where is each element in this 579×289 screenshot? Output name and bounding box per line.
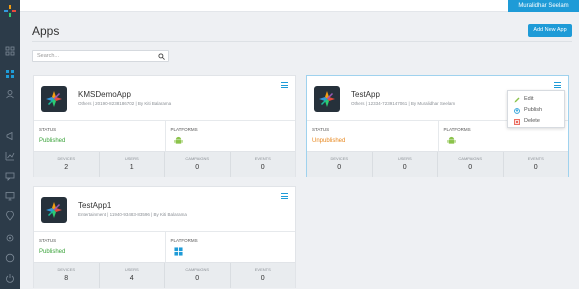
- app-meta: Others | 20190-8238186702 | By Kiti Bala…: [78, 101, 172, 106]
- campaigns-stat: CAMPAIGNS 0: [165, 152, 231, 177]
- campaigns-stat: CAMPAIGNS 0: [165, 263, 231, 288]
- app-name[interactable]: TestApp1: [78, 201, 111, 210]
- platforms-label: PLATFORMS: [443, 127, 471, 132]
- sidebar-logo-icon[interactable]: [3, 4, 17, 18]
- app-meta: Others | 12334-7239147061 | By Muralidha…: [351, 101, 456, 106]
- devices-stat: DEVICES 2: [34, 152, 100, 177]
- app-logo-icon: [41, 197, 67, 223]
- status-value: Published: [39, 249, 66, 255]
- delete-icon: [514, 119, 520, 125]
- campaigns-stat: CAMPAIGNS 0: [438, 152, 504, 177]
- users-stat: USERS 4: [100, 263, 165, 288]
- edit-menu-item[interactable]: Edit: [512, 94, 564, 105]
- devices-stat: DEVICES 8: [34, 263, 100, 288]
- stats-row: DEVICES 8 USERS 4 CAMPAIGNS 0 EVENTS 0: [34, 262, 295, 288]
- status-row: STATUS Published PLATFORMS: [34, 120, 296, 151]
- stats-row: DEVICES 2 USERS 1 CAMPAIGNS 0 EVENTS 0: [34, 151, 295, 177]
- settings-icon[interactable]: [4, 232, 16, 244]
- events-stat: EVENTS 0: [254, 156, 271, 171]
- hamburger-menu-icon[interactable]: [281, 193, 288, 199]
- app-logo-icon: [41, 86, 67, 112]
- page-title: Apps: [32, 24, 60, 38]
- android-icon: [173, 136, 183, 144]
- megaphone-icon[interactable]: [4, 130, 16, 142]
- app-name[interactable]: TestApp: [351, 90, 380, 99]
- windows-icon: [173, 247, 183, 256]
- power-icon[interactable]: [4, 272, 16, 284]
- status-section: STATUS Unpublished: [307, 121, 438, 151]
- hamburger-menu-icon[interactable]: [281, 82, 288, 88]
- add-new-app-button[interactable]: Add New App: [528, 24, 572, 37]
- status-row: STATUS Published PLATFORMS: [34, 231, 296, 262]
- status-label: STATUS: [39, 238, 57, 243]
- search-placeholder: Search...: [37, 53, 60, 59]
- delete-menu-item[interactable]: Delete: [512, 116, 564, 127]
- users-stat: USERS 1: [100, 152, 165, 177]
- devices-stat: DEVICES 0: [307, 152, 373, 177]
- users-icon[interactable]: [4, 88, 16, 100]
- status-label: STATUS: [39, 127, 57, 132]
- app-logo-icon: [314, 86, 340, 112]
- platforms-section: PLATFORMS: [164, 232, 296, 262]
- stats-row: DEVICES 0 USERS 0 CAMPAIGNS 0 EVENTS 0: [307, 151, 568, 177]
- left-sidebar: [0, 0, 20, 289]
- status-section: STATUS Published: [34, 232, 165, 262]
- monitor-icon[interactable]: [4, 190, 16, 202]
- help-icon[interactable]: [4, 252, 16, 264]
- events-stat: EVENTS 0: [527, 156, 544, 171]
- delete-label: Delete: [524, 118, 540, 124]
- publish-icon: [514, 108, 520, 114]
- message-icon[interactable]: [4, 170, 16, 182]
- platforms-section: PLATFORMS: [164, 121, 296, 151]
- status-value: Unpublished: [312, 138, 346, 144]
- app-meta: Entertainment | 11940-93483-83596 | By K…: [78, 212, 187, 217]
- location-icon[interactable]: [4, 210, 16, 222]
- app-name[interactable]: KMSDemoApp: [78, 90, 131, 99]
- edit-label: Edit: [524, 96, 534, 102]
- platforms-label: PLATFORMS: [170, 238, 198, 243]
- status-label: STATUS: [312, 127, 330, 132]
- events-stat: EVENTS 0: [254, 267, 271, 282]
- search-input[interactable]: Search...: [32, 50, 169, 62]
- chart-icon[interactable]: [4, 150, 16, 162]
- app-card[interactable]: TestApp1 Entertainment | 11940-93483-835…: [33, 186, 296, 288]
- app-actions-dropdown: Edit Publish Delete: [507, 90, 565, 128]
- title-divider: [32, 41, 572, 42]
- publish-label: Publish: [524, 107, 543, 113]
- android-icon: [446, 136, 456, 144]
- search-icon[interactable]: [158, 53, 165, 60]
- publish-menu-item[interactable]: Publish: [512, 105, 564, 116]
- pencil-icon: [514, 97, 520, 103]
- users-stat: USERS 0: [373, 152, 438, 177]
- user-menu-button[interactable]: Muralidhar Seelam: [508, 0, 579, 12]
- status-section: STATUS Published: [34, 121, 165, 151]
- grid-icon[interactable]: [4, 45, 16, 57]
- apps-icon[interactable]: [4, 68, 16, 80]
- app-card[interactable]: KMSDemoApp Others | 20190-8238186702 | B…: [33, 75, 296, 177]
- top-bar: Muralidhar Seelam: [20, 0, 579, 12]
- hamburger-menu-icon[interactable]: [554, 82, 561, 88]
- platforms-label: PLATFORMS: [170, 127, 198, 132]
- status-value: Published: [39, 138, 66, 144]
